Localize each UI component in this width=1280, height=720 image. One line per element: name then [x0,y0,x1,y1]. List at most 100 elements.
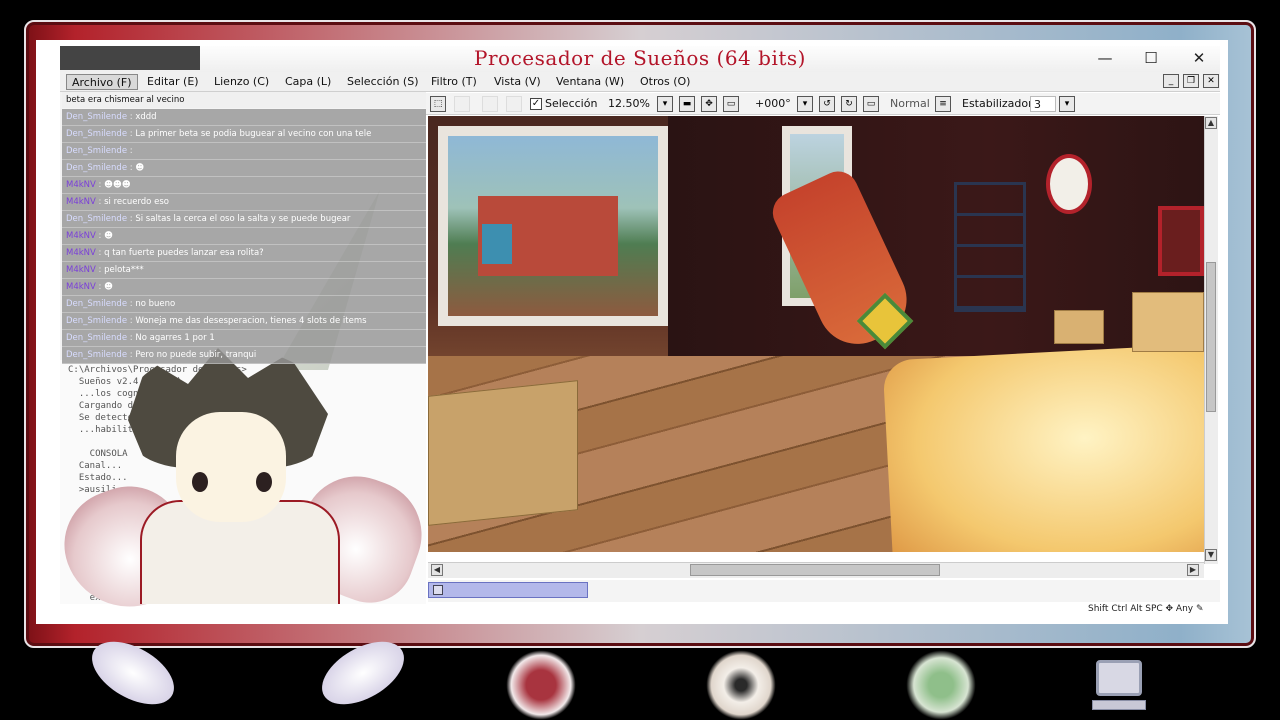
chat-user: Den_Smilende [66,350,128,360]
scroll-right-icon[interactable]: ▶ [1187,564,1199,576]
chat-separator: : [95,231,105,241]
chat-user: M4kNV [66,231,96,241]
chat-message: Den_Smilende : No agarres 1 por 1 [62,330,426,347]
selection-toggle[interactable]: ✓ Selección [530,96,597,112]
vertical-scroll-thumb[interactable] [1206,262,1216,412]
canvas-view[interactable] [428,116,1204,552]
computer-screen [1096,660,1142,696]
zoom-dropdown-icon[interactable]: ▾ [657,96,673,112]
chat-user: Den_Smilende [66,112,128,122]
chat-separator: : [95,248,105,258]
chat-user: M4kNV [66,265,96,275]
menu-seleccion[interactable]: Selección (S) [342,74,424,90]
chat-user: Den_Smilende [66,146,128,156]
chat-message: M4kNV : ☻ [62,228,426,245]
emote-icon: ☻☻☻ [104,180,131,190]
menu-otros[interactable]: Otros (O) [635,74,695,90]
chat-text: no bueno [135,299,176,309]
actual-size-icon[interactable]: ▭ [723,96,739,112]
stabilizer-dropdown-icon[interactable]: ▾ [1059,96,1075,112]
selection-label: Selección [545,97,598,110]
menu-editar[interactable]: Editar (E) [142,74,204,90]
chat-user: Den_Smilende [66,214,128,224]
title-bar-dark-segment [60,46,200,70]
key-hints: Shift Ctrl Alt SPC ✥ Any ✎ [1088,604,1204,614]
avatar-face [176,412,286,522]
minimize-button[interactable]: — [1094,48,1116,68]
scroll-down-icon[interactable]: ▼ [1205,549,1217,561]
menu-filtro[interactable]: Filtro (T) [426,74,482,90]
stabilizer-label: Estabilizador [962,97,1033,110]
eye-wings-icon[interactable] [706,650,776,720]
menu-lienzo[interactable]: Lienzo (C) [209,74,274,90]
progress-icon [433,585,443,595]
stabilizer-value[interactable]: 3 [1030,96,1056,112]
green-orb-wings-icon[interactable] [906,650,976,720]
rotate-right-icon[interactable]: ↻ [841,96,857,112]
menu-archivo[interactable]: Archivo (F) [66,74,138,90]
chat-user: M4kNV [66,248,96,258]
title-bar[interactable]: Procesador de Sueños (64 bits) [60,46,1220,74]
chat-separator: : [95,265,105,275]
chat-user: Den_Smilende [66,163,128,173]
chat-text: pelota*** [104,265,144,275]
maximize-button[interactable]: ☐ [1140,48,1162,68]
zoom-out-icon[interactable]: ▬ [679,96,695,112]
blend-mode[interactable]: Normal [890,96,930,112]
shelf [954,182,1026,312]
tool-slot-icon[interactable] [482,96,498,112]
tool-slot-icon[interactable] [454,96,470,112]
zoom-value[interactable]: 12.50% [608,96,650,112]
chat-message: Den_Smilende : Si saltas la cerca el oso… [62,211,426,228]
house-window [482,224,512,264]
menu-vista[interactable]: Vista (V) [489,74,546,90]
chat-message: M4kNV : q tan fuerte puedes lanzar esa r… [62,245,426,262]
chat-user: Den_Smilende [66,129,128,139]
chat-message: Den_Smilende : Pero no puede subir, tran… [62,347,426,364]
heart-wings-icon[interactable] [506,650,576,720]
rug [882,343,1204,552]
close-button[interactable]: ✕ [1188,48,1210,68]
chat-text: No agarres 1 por 1 [135,333,215,343]
wall-picture [1158,206,1204,276]
chat-user: Den_Smilende [66,333,128,343]
cardboard-box-small [1054,310,1104,344]
chat-separator: : [95,180,105,190]
scroll-up-icon[interactable]: ▲ [1205,117,1217,129]
chat-user: M4kNV [66,282,96,292]
chat-separator: : [95,197,105,207]
scroll-left-icon[interactable]: ◀ [431,564,443,576]
progress-bar [428,582,588,598]
chat-header: beta era chismear al vecino [62,92,426,109]
menu-capa[interactable]: Capa (L) [280,74,336,90]
chat-text: Si saltas la cerca el oso la salta y se … [135,214,351,224]
chat-message: Den_Smilende : no bueno [62,296,426,313]
rotation-dropdown-icon[interactable]: ▾ [797,96,813,112]
select-tool-icon[interactable]: ⬚ [430,96,446,112]
room-wall [668,116,1204,356]
mdi-minimize-icon[interactable]: _ [1163,74,1179,88]
chat-text: Woneja me das desesperacion, tienes 4 sl… [135,316,367,326]
blend-mode-icon[interactable]: ≡ [935,96,951,112]
chat-text: xddd [135,112,157,122]
chat-message: M4kNV : ☻☻☻ [62,177,426,194]
reset-rotation-icon[interactable]: ▭ [863,96,879,112]
chat-message: M4kNV : si recuerdo eso [62,194,426,211]
chat-overlay: beta era chismear al vecino Den_Smilende… [62,92,426,364]
rotate-left-icon[interactable]: ↺ [819,96,835,112]
selection-checkbox[interactable]: ✓ [530,98,542,110]
emote-icon: ☻ [135,163,145,173]
chat-user: Den_Smilende [66,316,128,326]
mdi-close-icon[interactable]: ✕ [1203,74,1219,88]
computer-icon[interactable] [1084,650,1154,720]
mdi-restore-icon[interactable]: ❐ [1183,74,1199,88]
computer-keyboard [1092,700,1146,710]
chat-message: Den_Smilende : La primer beta se podia b… [62,126,426,143]
menu-ventana[interactable]: Ventana (W) [551,74,629,90]
fit-view-icon[interactable]: ✥ [701,96,717,112]
horizontal-scroll-thumb[interactable] [690,564,940,576]
chat-message: Den_Smilende : ☻ [62,160,426,177]
tool-slot-icon[interactable] [506,96,522,112]
chat-text: Pero no puede subir, tranqui [135,350,257,360]
rotation-value[interactable]: +000° [755,96,791,112]
